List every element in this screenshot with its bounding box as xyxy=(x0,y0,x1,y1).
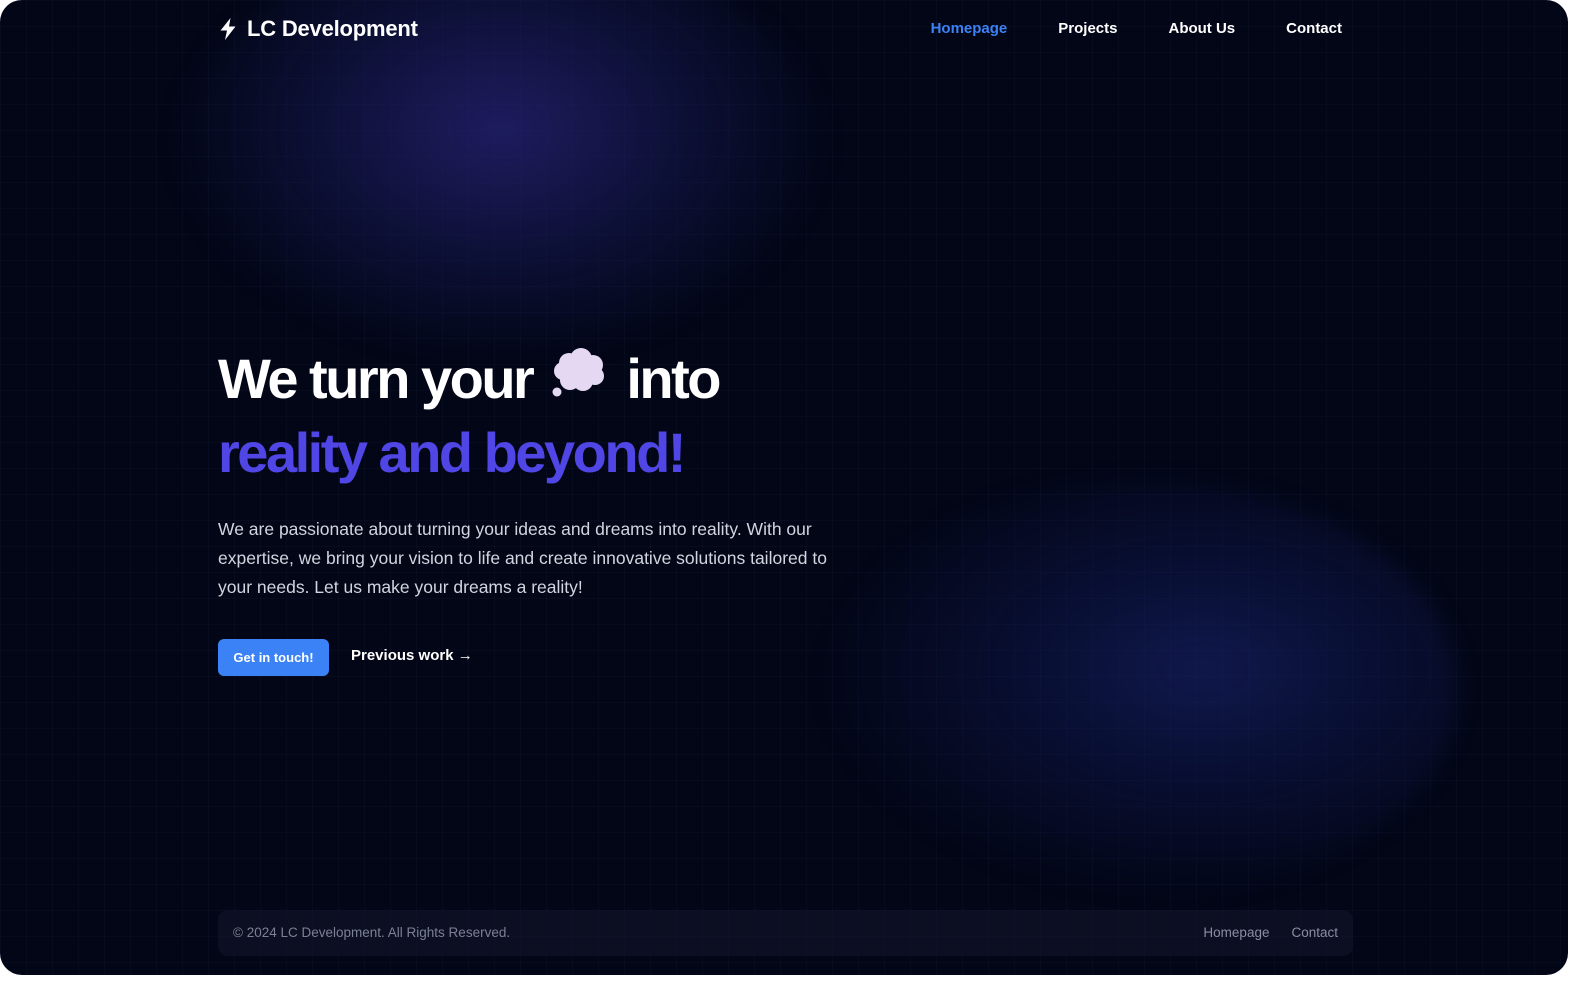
headline-text-start: We turn your xyxy=(218,347,535,410)
get-in-touch-button[interactable]: Get in touch! xyxy=(218,639,329,676)
brand-name: LC Development xyxy=(247,16,418,41)
site-footer: © 2024 LC Development. All Rights Reserv… xyxy=(218,910,1353,956)
background-glow-bottom xyxy=(820,480,1460,900)
page-frame: LC Development Homepage Projects About U… xyxy=(0,0,1568,975)
footer-link-contact[interactable]: Contact xyxy=(1291,925,1338,940)
previous-work-link[interactable]: Previous work → xyxy=(351,647,473,664)
nav-item-contact[interactable]: Contact xyxy=(1286,20,1342,37)
lightning-bolt-icon xyxy=(218,17,238,41)
nav-item-projects[interactable]: Projects xyxy=(1058,20,1117,37)
footer-links: Homepage Contact xyxy=(1203,925,1338,940)
nav-item-about-us[interactable]: About Us xyxy=(1168,20,1235,37)
hero-description: We are passionate about turning your ide… xyxy=(218,519,827,597)
footer-link-homepage[interactable]: Homepage xyxy=(1203,925,1269,940)
copyright-text: © 2024 LC Development. All Rights Reserv… xyxy=(233,925,511,940)
nav-item-homepage[interactable]: Homepage xyxy=(931,20,1008,37)
hero-headline-accent: reality and beyond! xyxy=(218,421,686,484)
headline-text-end: into xyxy=(626,347,721,410)
thought-cloud-icon xyxy=(550,346,608,411)
site-logo[interactable]: LC Development xyxy=(218,16,418,42)
main-nav: Homepage Projects About Us Contact xyxy=(931,20,1342,37)
hero-headline: We turn your into xyxy=(218,346,721,411)
